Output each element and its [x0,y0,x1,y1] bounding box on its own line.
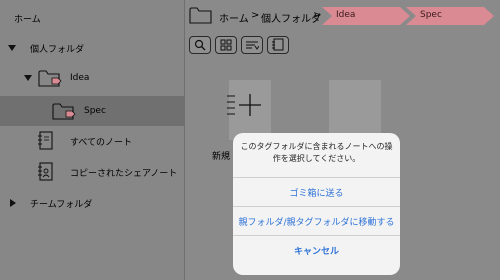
toolbar [189,36,289,56]
sidebar-item-home[interactable]: ホーム [0,3,184,33]
tag-folder-icon [52,101,76,121]
sidebar-item-copied-shared-notes[interactable]: コピーされたシェアノート [0,157,184,187]
action-sheet-dialog: このタグフォルダに含まれるノートへの操 作を選択してください。 ゴミ箱に送る 親… [233,133,400,275]
breadcrumb-tag-label: Spec [420,10,442,20]
search-icon [194,36,206,55]
breadcrumb-home[interactable]: ホーム [219,10,249,25]
sidebar-item-label: Spec [84,106,106,116]
new-note-card[interactable] [227,80,271,140]
dialog-message: このタグフォルダに含まれるノートへの操 作を選択してください。 [233,141,400,165]
sidebar-item-label: 個人フォルダ [30,44,85,55]
dialog-message-line: このタグフォルダに含まれるノートへの操 [240,142,393,151]
sidebar-item-all-notes[interactable]: すべてのノート [0,126,184,156]
sidebar-item-personal-folder[interactable]: 個人フォルダ [0,33,184,63]
move-to-trash-button[interactable]: ゴミ箱に送る [233,178,400,206]
sidebar-item-idea[interactable]: Idea [0,63,184,93]
sort-button[interactable] [241,36,263,54]
breadcrumb-separator: > [313,10,322,21]
search-button[interactable] [189,36,211,54]
sidebar-item-spec[interactable]: Spec [0,96,184,126]
sidebar-item-label: コピーされたシェアノート [70,168,178,179]
sidebar-item-label: すべてのノート [70,137,133,148]
move-to-parent-folder-button[interactable]: 親フォルダ/親タグフォルダに移動する [233,207,400,235]
breadcrumb-separator: > [251,10,260,21]
note-card[interactable] [329,80,381,140]
breadcrumb-tag-label: Idea [336,10,356,20]
notebook-icon [38,131,54,151]
cancel-button[interactable]: キャンセル [233,236,400,264]
chevron-down-icon[interactable] [8,45,16,51]
sidebar-item-label: Idea [70,73,90,83]
dialog-message-line: 作を選択してください。 [272,154,361,163]
breadcrumb-personal-folder[interactable]: 個人フォルダ [261,10,321,25]
sidebar-item-team-folder[interactable]: チームフォルダ [0,188,184,218]
sidebar-item-label: チームフォルダ [30,199,93,210]
sidebar-item-label: ホーム [14,14,41,25]
breadcrumb-tag-idea[interactable]: Idea [322,7,410,25]
new-note-icon [225,92,265,122]
breadcrumb: ホーム > 個人フォルダ > Idea Spec [185,0,500,34]
folder-icon [189,5,213,25]
grid-icon [220,36,232,55]
shared-note-icon [38,162,54,182]
sidebar: ホーム 個人フォルダ Idea Spec すべてのノート コピーされたシェアノー… [0,0,184,280]
sort-icon [245,36,260,55]
notebook-icon [272,36,284,55]
app-window: ホーム 個人フォルダ Idea Spec すべてのノート コピーされたシェアノー… [0,0,500,280]
chevron-right-icon[interactable] [10,199,16,207]
notebook-button[interactable] [267,36,289,54]
breadcrumb-tag-spec[interactable]: Spec [406,7,494,25]
tag-folder-icon [38,68,62,88]
chevron-down-icon[interactable] [24,75,32,81]
new-note-label: 新規 [212,152,231,162]
grid-view-button[interactable] [215,36,237,54]
